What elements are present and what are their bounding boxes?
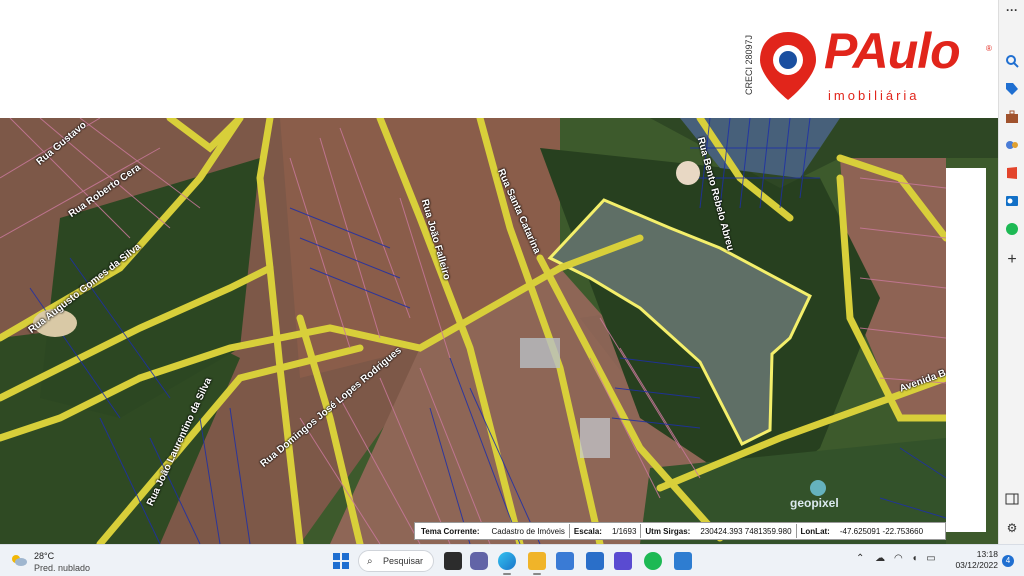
- windows-taskbar: 28°C Pred. nublado ⌕ Pesquisar ⌃ ☁ ◠ ◖ ▭…: [0, 544, 1024, 576]
- chevron-up-icon[interactable]: ⌃: [856, 553, 864, 564]
- lonlat-label: LonLat:: [800, 526, 830, 536]
- system-tray[interactable]: ⌃ ☁ ◠ ◖ ▭: [856, 553, 936, 569]
- divider: [568, 524, 570, 538]
- add-icon[interactable]: +: [1004, 252, 1020, 268]
- volume-icon[interactable]: ◖: [911, 553, 917, 564]
- briefcase-icon[interactable]: [1004, 110, 1020, 126]
- tag-icon[interactable]: [1004, 82, 1020, 98]
- games-icon[interactable]: [1004, 138, 1020, 154]
- utm-value: 230424.393 7481359.980: [700, 526, 792, 536]
- more-icon[interactable]: ···: [1004, 2, 1020, 18]
- creci-text: CRECI 28097J: [744, 34, 754, 95]
- chat-icon[interactable]: [470, 552, 488, 570]
- tema-value: Cadastro de Imóveis: [491, 526, 565, 536]
- map-side-panel: [946, 168, 986, 532]
- creci-label: CRECI 28097J: [741, 34, 755, 98]
- edge-icon[interactable]: [498, 552, 516, 570]
- photos-icon[interactable]: [674, 552, 692, 570]
- geopixel-text: geopixel: [790, 496, 839, 510]
- divider: [640, 524, 642, 538]
- satellite-map[interactable]: Rua Gustavo Rua Roberto Cera Rua Augusto…: [0, 118, 998, 544]
- spotify-taskbar-icon[interactable]: [644, 552, 662, 570]
- outlook-icon[interactable]: [1004, 194, 1020, 210]
- search-label: Pesquisar: [383, 556, 424, 566]
- collapse-icon[interactable]: [1004, 492, 1020, 508]
- spotify-icon[interactable]: [1004, 222, 1020, 238]
- site-header: CRECI 28097J PAulo ® imobiliária: [0, 0, 998, 118]
- escala-label: Escala:: [573, 526, 602, 536]
- notification-badge[interactable]: 4: [1002, 555, 1014, 567]
- logo-wordmark: PAulo: [824, 23, 961, 79]
- active-indicator: [503, 573, 511, 575]
- geopixel-logo: geopixel: [790, 480, 850, 518]
- settings-icon[interactable]: ⚙: [1004, 520, 1020, 536]
- clock-date: 03/12/2022: [955, 560, 998, 570]
- task-view-icon[interactable]: [444, 552, 462, 570]
- windows-start-icon[interactable]: [333, 553, 349, 569]
- geopixel-dot-icon: [810, 480, 826, 496]
- weather-temperature: 28°C: [34, 551, 55, 561]
- clock-time: 13:18: [976, 549, 998, 559]
- search-icon[interactable]: [1004, 54, 1020, 70]
- tema-label: Tema Corrente:: [421, 526, 480, 536]
- taskbar-search[interactable]: ⌕ Pesquisar: [358, 550, 434, 572]
- mail-icon[interactable]: [586, 552, 604, 570]
- logo-registered: ®: [986, 44, 992, 53]
- app-icon[interactable]: [614, 552, 632, 570]
- battery-icon[interactable]: ▭: [926, 553, 935, 564]
- wifi-icon[interactable]: ◠: [894, 553, 903, 564]
- map-info-bar: Tema Corrente: Cadastro de Imóveis Escal…: [414, 522, 946, 540]
- browser-sidebar: ··· + ⚙: [998, 0, 1024, 544]
- utm-label: Utm Sirgas:: [645, 526, 691, 536]
- divider: [795, 524, 797, 538]
- file-explorer-icon[interactable]: [528, 552, 546, 570]
- store-icon[interactable]: [556, 552, 574, 570]
- lonlat-value: -47.625091 -22.753660: [839, 526, 924, 536]
- office-icon[interactable]: [1004, 166, 1020, 182]
- weather-widget[interactable]: 28°C Pred. nublado: [10, 549, 100, 573]
- search-icon: ⌕: [367, 556, 373, 567]
- logo-subtitle: imobiliária: [828, 88, 920, 103]
- onedrive-icon[interactable]: ☁: [875, 553, 885, 564]
- logo-pin-icon: [760, 32, 816, 100]
- active-indicator: [533, 573, 541, 575]
- escala-value: 1/1693: [611, 526, 637, 536]
- taskbar-clock[interactable]: 13:18 03/12/2022: [950, 549, 998, 571]
- weather-description: Pred. nublado: [34, 563, 91, 573]
- cloud-sun-icon: [12, 555, 27, 566]
